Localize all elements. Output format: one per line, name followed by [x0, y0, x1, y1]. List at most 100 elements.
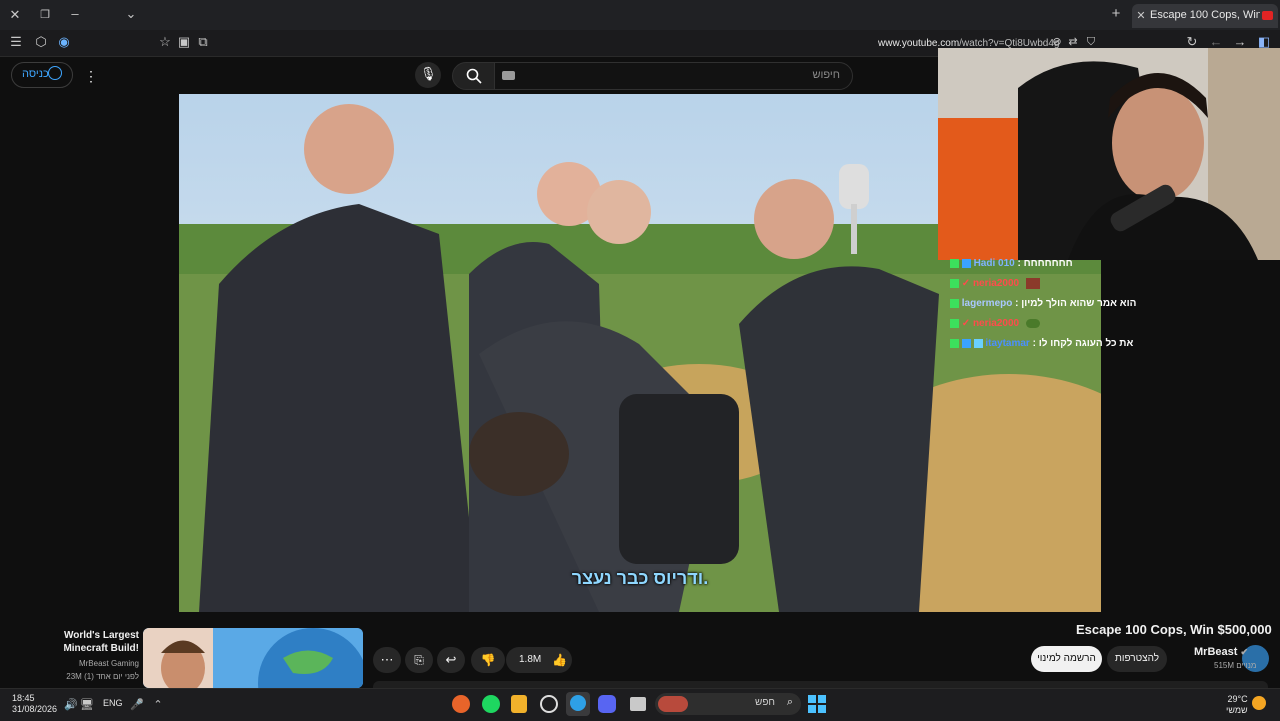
search-icon — [466, 68, 482, 84]
windows-start-icon[interactable] — [808, 695, 826, 713]
restore-window-icon[interactable]: ❐ — [38, 7, 52, 23]
join-button[interactable]: להצטרפות — [1107, 646, 1167, 672]
chat-badge-icon — [973, 338, 983, 348]
taskbar-clock[interactable]: 18:45 31/08/2026 — [12, 693, 57, 715]
recommendation-meta: MrBeast Gaming 23M לפני יום אחד (1) — [18, 657, 139, 683]
app-icon[interactable] — [511, 695, 527, 713]
bookmark-icon: ⎘ — [414, 653, 424, 667]
search-highlight-icon — [658, 696, 688, 712]
favorite-star-icon[interactable]: ☆ — [157, 34, 173, 50]
chat-text: : חחחחחחח — [1017, 258, 1073, 269]
profile-icon[interactable]: ◉ — [56, 34, 72, 50]
chat-badge-icon — [950, 279, 959, 288]
close-window-icon[interactable]: ✕ — [8, 7, 22, 23]
weather-widget[interactable]: 29°C שמשי — [1226, 694, 1248, 716]
new-tab-icon[interactable]: + — [1108, 6, 1124, 22]
more-actions-button[interactable]: ⋯ — [373, 647, 401, 673]
chat-message: itaytamar : את כל העוגה לקחו לו — [950, 338, 1133, 349]
save-button[interactable]: ⎘ — [405, 647, 433, 673]
recommendation-thumbnail[interactable] — [143, 628, 363, 688]
voice-search-button[interactable]: 🎙 — [415, 62, 441, 88]
chat-username: itaytamar — [985, 338, 1030, 349]
sidebar-icon[interactable]: ☰ — [8, 34, 24, 50]
thumbs-down-icon: 👎 — [480, 653, 496, 667]
spotify-icon[interactable] — [482, 695, 500, 713]
checkmark-icon: ✓ — [961, 278, 971, 290]
extensions-icon[interactable]: ⬡ — [33, 34, 49, 50]
dislike-button[interactable]: 👎 — [471, 647, 505, 673]
chat-message: ✓ neria2000 — [950, 318, 1040, 329]
like-count: 1.8M — [519, 654, 542, 665]
emote-icon — [1025, 318, 1040, 328]
like-button[interactable]: 1.8M 👍 — [506, 647, 572, 673]
subscriber-count: 515M מנויים — [1214, 661, 1257, 670]
signin-label: כניסה — [22, 68, 49, 80]
signin-button[interactable]: כניסה — [11, 62, 73, 88]
chat-badge-icon — [950, 338, 959, 348]
checkmark-icon: ✓ — [961, 318, 971, 329]
weather-desc: שמשי — [1226, 705, 1248, 715]
description-panel[interactable] — [373, 681, 1268, 688]
language-indicator[interactable]: ENG — [103, 698, 123, 708]
keyboard-icon[interactable] — [502, 71, 515, 80]
share-button[interactable]: ↩ — [437, 647, 465, 673]
chatgpt-icon[interactable] — [540, 695, 558, 713]
chat-username: neria2000 — [972, 318, 1020, 329]
discord-icon[interactable] — [598, 695, 616, 713]
webcam-overlay — [938, 48, 1280, 260]
taskbar-search[interactable]: חפש ⌕ — [655, 693, 801, 715]
chat-text: : הוא אמר שהוא הולך למיון — [1015, 298, 1137, 309]
screenshot-icon[interactable]: ⧉ — [195, 34, 211, 50]
chat-badge-icon — [961, 338, 971, 348]
search-input[interactable]: חיפוש — [494, 62, 853, 90]
channel-name[interactable]: MrBeast ✔ — [1194, 646, 1248, 658]
channel-name-text: MrBeast — [1194, 646, 1238, 658]
chat-message: Hadi 010 : חחחחחחח — [950, 258, 1073, 269]
more-options-icon[interactable]: ⋮ — [84, 68, 98, 84]
recommendation-title[interactable]: World's Largest Minecraft Build! — [31, 629, 139, 655]
chat-badge-icon — [950, 258, 959, 268]
firefox-icon[interactable] — [452, 695, 470, 713]
minimize-window-icon[interactable]: – — [68, 6, 82, 22]
chat-message: ✓ neria2000 — [950, 278, 1040, 289]
subscribe-button[interactable]: הרשמה למינוי — [1031, 646, 1102, 672]
tab-active[interactable]: ✕ Escape 100 Cops, Win $500,000 — [1132, 4, 1278, 28]
chat-message: lagermepo : הוא אמר שהוא הולך למיון — [950, 298, 1136, 309]
account-icon — [48, 66, 62, 80]
microphone-icon[interactable]: 🎤 — [130, 697, 144, 713]
browser-tab-bar: ✕ ❐ – ⌄ + ✕ Escape 100 Cops, Win $500,00… — [0, 0, 1280, 30]
recommendation-views: 23M לפני יום אחד (1) — [66, 672, 139, 681]
file-explorer-icon[interactable] — [630, 697, 646, 711]
chat-badge-icon — [950, 298, 959, 308]
verified-icon: ✔ — [1240, 647, 1249, 657]
collections-icon[interactable]: ▣ — [176, 34, 192, 50]
edge-icon[interactable] — [570, 695, 586, 711]
search-button[interactable] — [452, 62, 496, 90]
streamer-webcam-image — [938, 48, 1280, 260]
chat-badge-icon — [950, 318, 959, 328]
thumbs-up-icon: 👍 — [552, 653, 567, 667]
chat-username: neria2000 — [972, 278, 1020, 290]
emote-icon — [1025, 278, 1040, 289]
taskbar-time: 18:45 — [12, 693, 35, 703]
recommendation-channel: MrBeast Gaming — [78, 659, 139, 668]
sun-icon — [1252, 696, 1266, 710]
video-subtitle: ודריוס כבר נעצר. — [571, 568, 709, 588]
tab-title: Escape 100 Cops, Win $500,000 — [1150, 9, 1260, 21]
tab-list-chevron-icon[interactable]: ⌄ — [124, 6, 138, 22]
chat-username: Hadi 010 — [973, 258, 1015, 269]
taskbar-search-label: חפש — [755, 697, 775, 708]
taskbar-date: 31/08/2026 — [12, 704, 58, 714]
thumbnail-image — [143, 628, 363, 688]
search-placeholder: חיפוש — [812, 69, 840, 81]
youtube-favicon-icon — [1262, 11, 1273, 20]
chat-badge-icon — [961, 258, 971, 268]
close-tab-icon[interactable]: ✕ — [1135, 8, 1147, 24]
video-title: Escape 100 Cops, Win $500,000 — [1076, 622, 1272, 637]
chat-text: : את כל העוגה לקחו לו — [1032, 338, 1134, 349]
network-icon[interactable]: 🖥 — [80, 697, 94, 713]
weather-temp: 29°C — [1227, 694, 1248, 704]
microphone-icon: 🎙 — [420, 66, 437, 81]
chevron-up-icon[interactable]: ⌃ — [151, 697, 165, 713]
volume-icon[interactable]: 🔊 — [64, 697, 78, 713]
